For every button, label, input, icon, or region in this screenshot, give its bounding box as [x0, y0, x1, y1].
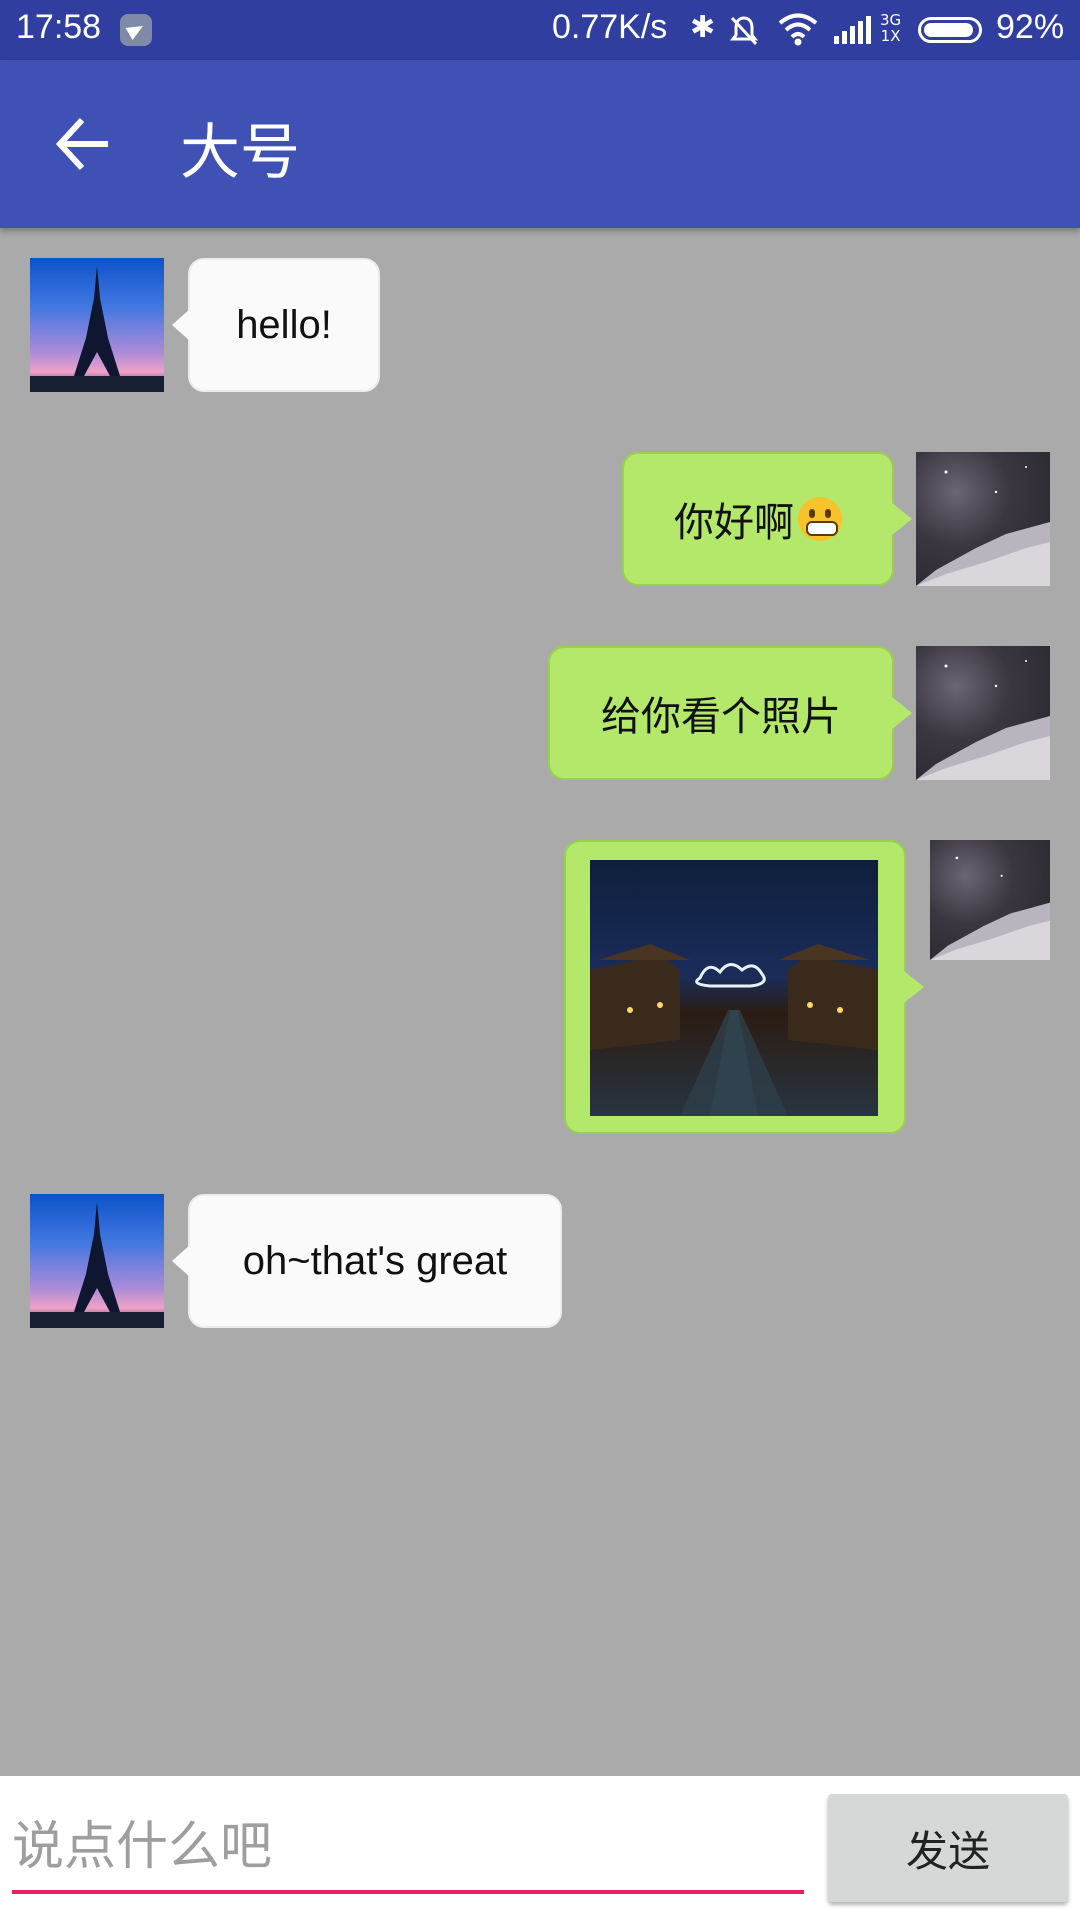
composer-bar: 发送: [0, 1776, 1080, 1920]
grin-emoji-icon: [798, 497, 842, 541]
message-input[interactable]: [12, 1804, 804, 1894]
network-type-top: 3G: [880, 11, 902, 29]
bubble-tail: [172, 309, 190, 341]
image-message-bubble[interactable]: [564, 840, 924, 1134]
network-type-bottom: 1X: [880, 27, 901, 45]
message-text: hello!: [236, 302, 332, 347]
bubble-tail: [892, 503, 912, 535]
avatar-galaxy[interactable]: [916, 452, 1050, 586]
shared-photo[interactable]: [590, 860, 878, 1116]
avatar-eiffel[interactable]: [30, 1194, 164, 1328]
message-bubble-right[interactable]: 给你看个照片: [548, 646, 912, 780]
avatar-eiffel[interactable]: [30, 258, 164, 392]
message-bubble-right[interactable]: 你好啊: [622, 452, 912, 586]
network-speed: 0.77K/s: [552, 8, 668, 46]
bubble-tail: [892, 697, 912, 729]
avatar-galaxy[interactable]: [930, 840, 1050, 960]
status-time: 17:58: [16, 8, 102, 46]
bluetooth-icon: ✱: [690, 10, 716, 45]
battery-percent: 92%: [996, 8, 1065, 46]
galaxy-image: [916, 466, 1050, 586]
eiffel-tower-image: [30, 266, 164, 392]
telegram-icon: [120, 14, 152, 46]
avatar-galaxy[interactable]: [916, 646, 1050, 780]
battery-icon: [918, 17, 982, 43]
message-text: oh~that's great: [242, 1238, 508, 1283]
bubble-tail: [172, 1245, 190, 1277]
bubble-tail: [904, 971, 924, 1003]
message-text: 你好啊: [674, 501, 794, 545]
network-type-label: 3G 1X: [880, 12, 901, 44]
night-pier-photo: [590, 944, 878, 1116]
mute-icon: [730, 16, 758, 46]
message-bubble-left[interactable]: oh~that's great: [172, 1194, 562, 1328]
message-bubble-left[interactable]: hello!: [172, 258, 380, 392]
galaxy-image: [930, 856, 1050, 960]
wifi-icon: [778, 13, 818, 46]
arrow-back-icon[interactable]: [52, 112, 116, 176]
message-text: 给你看个照片: [601, 695, 841, 739]
chat-title: 大号: [180, 118, 300, 188]
send-button[interactable]: 发送: [828, 1794, 1068, 1902]
status-bar: 17:58 0.77K/s ✱ 3G 1X 92%: [0, 0, 1080, 60]
signal-icon: [834, 16, 871, 44]
app-bar: 大号: [0, 60, 1080, 228]
galaxy-image: [916, 660, 1050, 780]
eiffel-tower-image: [30, 1202, 164, 1328]
